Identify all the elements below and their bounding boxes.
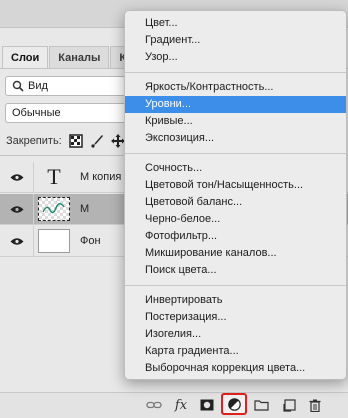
layer-name[interactable]: Фон [80, 235, 101, 247]
eye-icon [10, 173, 23, 181]
menu-separator [125, 72, 346, 73]
new-layer-icon[interactable] [280, 396, 298, 414]
add-mask-icon[interactable] [198, 396, 216, 414]
visibility-toggle[interactable] [0, 194, 34, 224]
menu-item-color-lookup[interactable]: Поиск цвета... [125, 262, 346, 279]
lock-image-pixels-icon[interactable] [90, 134, 104, 148]
visibility-toggle[interactable] [0, 226, 34, 256]
menu-item-color-balance[interactable]: Цветовой баланс... [125, 194, 346, 211]
menu-item-levels[interactable]: Уровни... [125, 96, 346, 113]
text-layer-icon: T [47, 164, 61, 189]
trash-icon[interactable] [306, 396, 324, 414]
menu-separator [125, 153, 346, 154]
layer-thumbnail [38, 229, 70, 253]
eye-icon [10, 237, 23, 245]
menu-item-selective-color[interactable]: Выборочная коррекция цвета... [125, 360, 346, 377]
layer-name[interactable]: М копия [80, 171, 121, 183]
fx-button[interactable]: fx [172, 396, 190, 414]
menu-item-channel-mixer[interactable]: Микширование каналов... [125, 245, 346, 262]
lock-label: Закрепить: [6, 135, 62, 147]
menu-item-solid-color[interactable]: Цвет... [125, 15, 346, 32]
menu-item-curves[interactable]: Кривые... [125, 113, 346, 130]
search-icon [12, 80, 24, 92]
menu-item-posterize[interactable]: Постеризация... [125, 309, 346, 326]
filter-kind-label: Вид [28, 80, 48, 92]
layer-thumbnail [38, 197, 70, 221]
menu-separator [125, 285, 346, 286]
eye-icon [10, 205, 23, 213]
lock-transparent-pixels-icon[interactable] [69, 134, 83, 148]
lock-position-icon[interactable] [110, 134, 125, 148]
menu-item-threshold[interactable]: Изогелия... [125, 326, 346, 343]
adjustment-layer-menu: Цвет... Градиент... Узор... Яркость/Конт… [124, 10, 347, 380]
menu-item-invert[interactable]: Инвертировать [125, 292, 346, 309]
new-adjustment-layer-button[interactable] [221, 393, 247, 415]
menu-item-exposure[interactable]: Экспозиция... [125, 130, 346, 147]
layer-name[interactable]: М [80, 203, 89, 215]
menu-item-gradient[interactable]: Градиент... [125, 32, 346, 49]
tab-channels[interactable]: Каналы [49, 46, 110, 68]
menu-item-vibrance[interactable]: Сочность... [125, 160, 346, 177]
menu-item-gradient-map[interactable]: Карта градиента... [125, 343, 346, 360]
handwriting-thumbnail-icon [42, 203, 65, 214]
visibility-toggle[interactable] [0, 162, 34, 192]
menu-item-hue-saturation[interactable]: Цветовой тон/Насыщенность... [125, 177, 346, 194]
link-layers-icon[interactable] [145, 396, 163, 414]
menu-item-pattern[interactable]: Узор... [125, 49, 346, 66]
half-circle-adjustment-icon [227, 397, 241, 411]
menu-item-brightness-contrast[interactable]: Яркость/Контрастность... [125, 79, 346, 96]
panel-tabs: Слои Каналы К [2, 46, 136, 68]
menu-item-photo-filter[interactable]: Фотофильтр... [125, 228, 346, 245]
tab-layers[interactable]: Слои [2, 46, 49, 68]
menu-item-black-white[interactable]: Черно-белое... [125, 211, 346, 228]
new-group-folder-icon[interactable] [252, 396, 270, 414]
lock-row: Закрепить: [6, 132, 125, 150]
